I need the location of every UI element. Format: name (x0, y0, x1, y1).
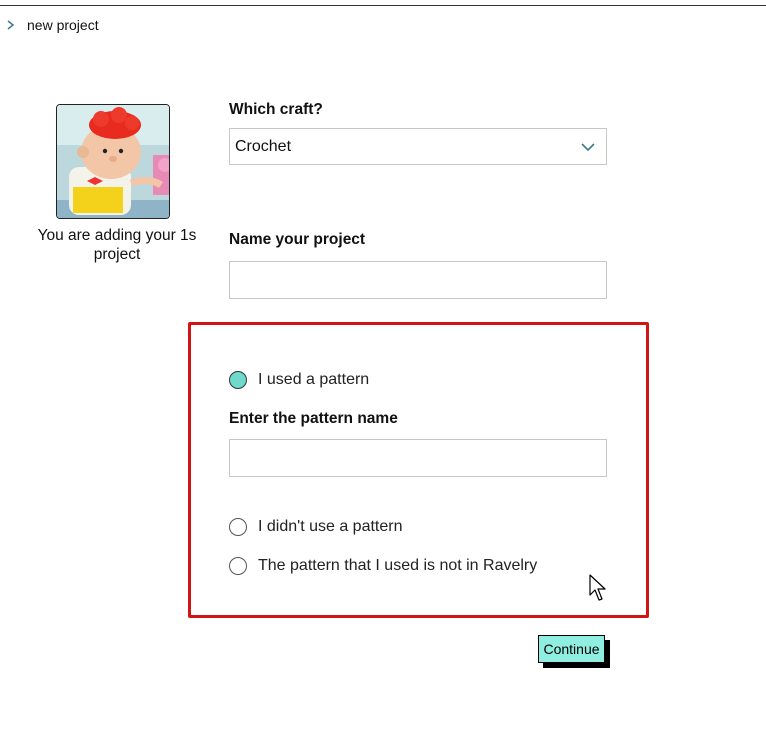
breadcrumb: new project (4, 17, 99, 33)
radio-no-pattern[interactable]: I didn't use a pattern (229, 518, 402, 536)
radio-label: I used a pattern (258, 371, 370, 388)
project-photo (56, 104, 170, 219)
mouse-cursor-icon (589, 574, 606, 601)
craft-selected-value: Crochet (235, 137, 292, 155)
pattern-name-label: Enter the pattern name (229, 410, 398, 427)
pattern-name-input[interactable] (229, 439, 607, 477)
radio-used-pattern[interactable]: I used a pattern (229, 371, 369, 389)
radio-label: I didn't use a pattern (258, 518, 403, 535)
top-divider (0, 5, 766, 6)
avatar-caption: You are adding your 1s project (37, 227, 197, 263)
project-name-label: Name your project (229, 231, 366, 248)
crochet-doll-image (57, 105, 169, 218)
breadcrumb-current: new project (27, 17, 99, 33)
chevron-down-icon (581, 143, 595, 152)
continue-button-wrapper: Continue (538, 635, 610, 668)
project-name-input[interactable] (229, 261, 607, 299)
radio-checked-icon[interactable] (229, 371, 247, 389)
radio-unchecked-icon[interactable] (229, 518, 247, 536)
radio-pattern-not-in-ravelry[interactable]: The pattern that I used is not in Ravelr… (229, 557, 537, 575)
continue-button[interactable]: Continue (538, 635, 605, 663)
craft-label: Which craft? (229, 101, 323, 118)
craft-select[interactable]: Crochet (229, 128, 607, 165)
chevron-right-icon[interactable] (4, 18, 18, 32)
radio-unchecked-icon[interactable] (229, 557, 247, 575)
radio-label: The pattern that I used is not in Ravelr… (258, 557, 538, 574)
